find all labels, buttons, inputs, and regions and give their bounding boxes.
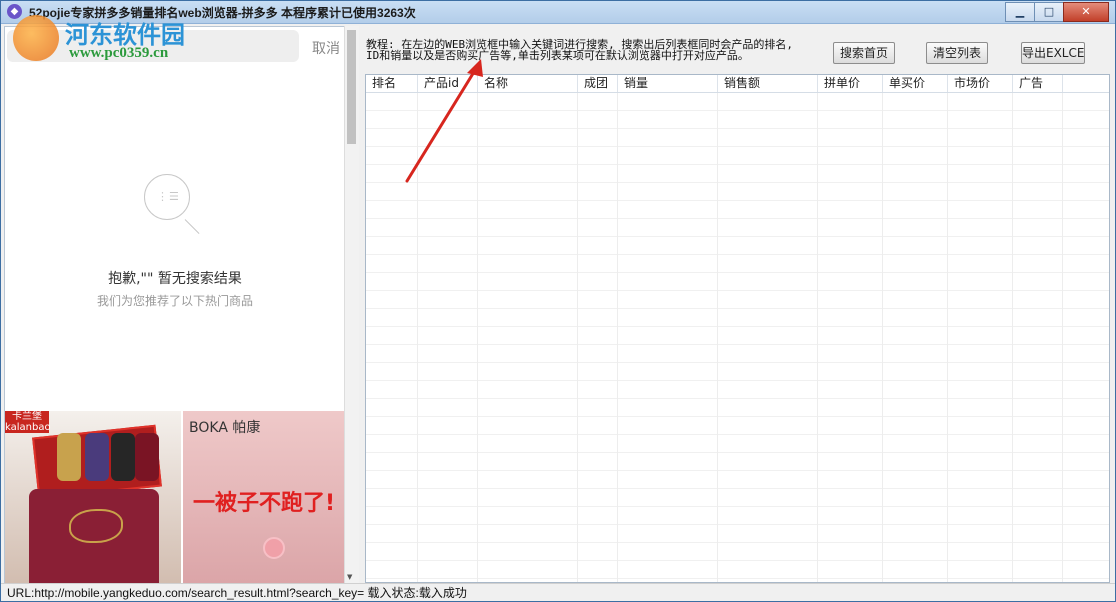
empty-result-subtitle: 我们为您推荐了以下热门商品 [96, 294, 253, 308]
status-text: URL:http://mobile.yangkeduo.com/search_r… [7, 586, 467, 600]
export-excel-button[interactable]: 导出EXLCE [1021, 42, 1085, 64]
clear-list-button[interactable]: 清空列表 [926, 42, 988, 64]
empty-search-icon: ⋮☰ [144, 174, 200, 234]
product2-brand: BOKA 帕康 [189, 420, 261, 436]
window-title: 52pojie专家拼多多销量排名web浏览器-拼多多 本程序累计已使用3263次 [29, 6, 416, 20]
column-header[interactable]: 名称 [478, 75, 578, 92]
product1-item [57, 433, 81, 481]
product1-item [85, 433, 109, 481]
product-card-1[interactable]: 卡兰堡 kalanbao [5, 411, 181, 583]
product-card-2[interactable]: BOKA 帕康 一被子不跑了! [183, 411, 345, 583]
product1-brand: 卡兰堡 kalanbao [5, 411, 51, 433]
title-bar: ◆ 52pojie专家拼多多销量排名web浏览器-拼多多 本程序累计已使用326… [1, 1, 1115, 24]
product1-item [135, 433, 159, 481]
column-header[interactable]: 市场价 [948, 75, 1013, 92]
column-header[interactable]: 成团 [578, 75, 618, 92]
dragon-emblem-icon [69, 509, 123, 543]
magnifier-handle [184, 219, 200, 234]
flower-icon [263, 537, 285, 559]
column-header[interactable]: 单买价 [883, 75, 948, 92]
browser-scrollbar[interactable]: ▼ [344, 26, 359, 583]
search-input[interactable] [7, 30, 299, 62]
product1-image [29, 489, 159, 583]
maximize-button[interactable]: □ [1034, 2, 1064, 22]
web-browser-panel: 取消 ⋮☰ 抱歉,"" 暂无搜索结果 我们为您推荐了以下热门商品 卡兰堡 kal… [4, 26, 358, 584]
search-home-button[interactable]: 搜索首页 [833, 42, 895, 64]
close-button[interactable]: ✕ [1063, 2, 1109, 22]
minimize-button[interactable]: ▁ [1005, 2, 1035, 22]
red-arrow-annotation [405, 59, 483, 183]
app-window: ◆ 52pojie专家拼多多销量排名web浏览器-拼多多 本程序累计已使用326… [0, 0, 1116, 602]
column-header[interactable]: 广告 [1013, 75, 1063, 92]
column-header[interactable]: 销售额 [718, 75, 818, 92]
scroll-down-arrow-icon[interactable]: ▼ [347, 573, 352, 581]
column-header[interactable]: 拼单价 [818, 75, 883, 92]
list-lines-icon: ⋮☰ [157, 190, 180, 203]
empty-result-title: 抱歉,"" 暂无搜索结果 [108, 271, 242, 287]
scrollbar-thumb[interactable] [347, 30, 356, 144]
window-controls: ▁ □ ✕ [1005, 2, 1109, 22]
product2-banner: 一被子不跑了! [193, 491, 336, 516]
column-header[interactable]: 销量 [618, 75, 718, 92]
app-icon: ◆ [7, 4, 22, 19]
cancel-button[interactable]: 取消 [312, 38, 340, 58]
product1-item [111, 433, 135, 481]
status-bar: URL:http://mobile.yangkeduo.com/search_r… [1, 583, 1115, 601]
